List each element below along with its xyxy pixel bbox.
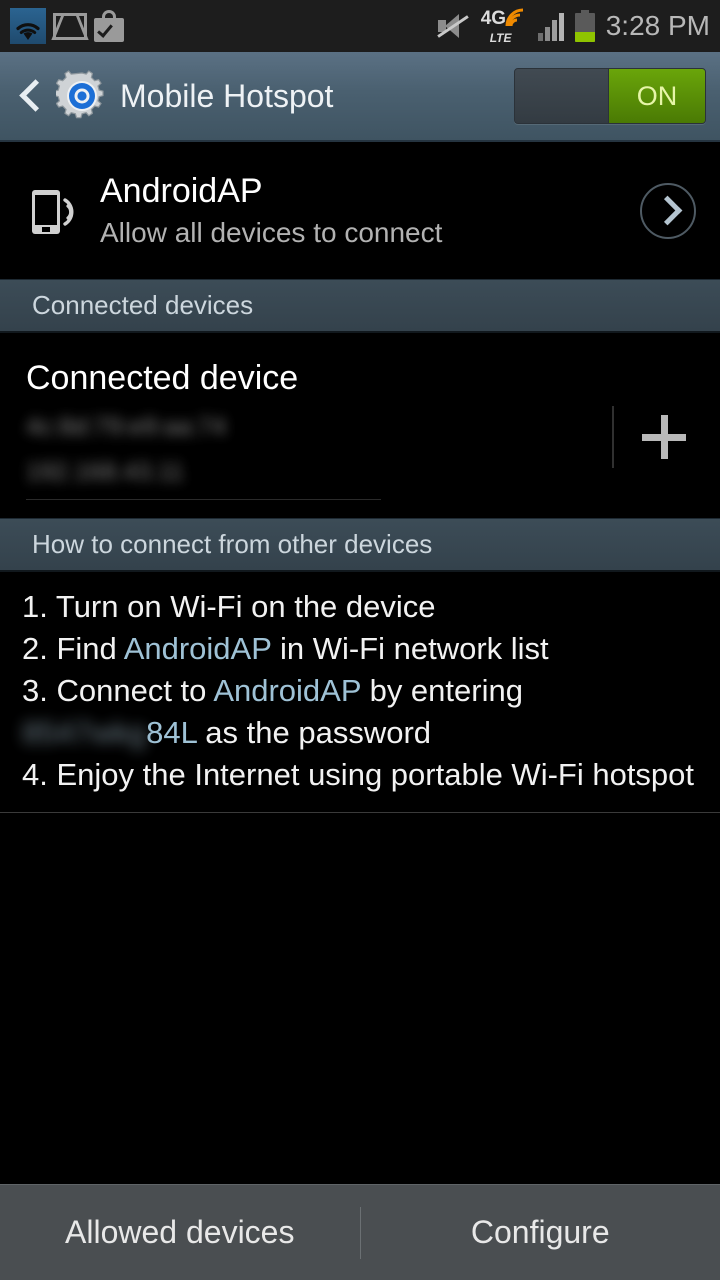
network-type-secondary: LTE xyxy=(489,31,512,45)
hotspot-ssid: AndroidAP xyxy=(100,171,263,210)
vertical-divider xyxy=(612,405,614,468)
connected-device-title: Connected device xyxy=(26,359,299,397)
status-bar: 4G LTE 3:28 PM xyxy=(0,0,720,52)
hotspot-device-icon xyxy=(26,180,88,242)
action-bar: Mobile Hotspot ON xyxy=(0,52,720,142)
signal-bars-icon xyxy=(537,11,564,41)
hotspot-ap-row[interactable]: AndroidAP Allow all devices to connect xyxy=(0,142,720,279)
add-icon[interactable] xyxy=(642,414,686,459)
howto-password-visible: 84L xyxy=(146,715,197,750)
howto-step-2-suffix: in Wi-Fi network list xyxy=(271,631,549,666)
howto-password-suffix: as the password xyxy=(196,715,432,750)
howto-step-1: 1. Turn on Wi-Fi on the device xyxy=(22,589,436,624)
howto-step-3-prefix: 3. Connect to xyxy=(22,673,214,708)
connected-device-ip-address: 192.168.43.11 xyxy=(26,458,185,486)
play-store-icon xyxy=(94,10,124,42)
howto-step-2: 2. Find AndroidAP in Wi-Fi network list xyxy=(22,628,698,670)
chevron-right-circle-icon[interactable] xyxy=(640,182,696,239)
4g-lte-icon: 4G LTE xyxy=(480,8,527,45)
content-area: AndroidAP Allow all devices to connect C… xyxy=(0,142,720,1184)
data-arcs-icon xyxy=(505,8,527,33)
network-type-primary: 4G xyxy=(480,8,507,29)
gmail-icon xyxy=(53,12,87,40)
toggle-state-label: ON xyxy=(608,69,705,123)
hotspot-ap-subtitle: Allow all devices to connect xyxy=(100,216,443,248)
settings-gear-icon xyxy=(53,70,108,122)
connected-device-mac-address: 4c:8d:79:e9:aa:74 xyxy=(26,413,227,441)
connected-device-block: Connected device 4c:8d:79:e9:aa:74 192.1… xyxy=(0,333,720,518)
status-bar-clock: 3:28 PM xyxy=(605,10,710,41)
howto-step-3-suffix: by entering xyxy=(360,673,523,708)
configure-button[interactable]: Configure xyxy=(361,1185,720,1280)
how-to-connect-list: 1. Turn on Wi-Fi on the device 2. Find A… xyxy=(0,572,720,813)
howto-step-4: 4. Enjoy the Internet using portable Wi-… xyxy=(22,757,695,792)
howto-step-3-ssid: AndroidAP xyxy=(213,673,361,708)
toggle-track xyxy=(515,69,608,123)
allowed-devices-button[interactable]: Allowed devices xyxy=(0,1185,360,1280)
status-bar-notification-icons xyxy=(10,8,124,44)
battery-icon xyxy=(574,10,595,42)
section-header-how-to-connect: How to connect from other devices xyxy=(0,518,720,572)
status-bar-system-icons: 4G LTE 3:28 PM xyxy=(436,8,710,45)
section-header-connected-devices: Connected devices xyxy=(0,279,720,333)
mute-icon xyxy=(436,13,470,39)
connected-device-info: Connected device 4c:8d:79:e9:aa:74 192.1… xyxy=(26,355,612,500)
howto-step-3: 3. Connect to AndroidAP by entering xyxy=(22,670,698,712)
mobile-hotspot-screen: 4G LTE 3:28 PM Mobile Hotspot ON Android… xyxy=(0,0,720,1280)
hotspot-ap-texts: AndroidAP Allow all devices to connect xyxy=(100,170,640,252)
connected-device-underline xyxy=(26,499,381,500)
howto-step-2-ssid: AndroidAP xyxy=(123,631,272,666)
hotspot-toggle-switch[interactable]: ON xyxy=(514,68,706,124)
page-title: Mobile Hotspot xyxy=(120,77,334,114)
howto-step-2-prefix: 2. Find xyxy=(22,631,124,666)
connected-device-actions xyxy=(612,405,696,468)
howto-password-redacted: 8547wkg xyxy=(22,715,147,750)
bottom-button-bar: Allowed devices Configure xyxy=(0,1184,720,1280)
wifi-icon xyxy=(10,8,46,44)
back-icon[interactable] xyxy=(18,74,48,118)
howto-step-3-password-line: 8547wkg84L as the password xyxy=(22,712,698,754)
